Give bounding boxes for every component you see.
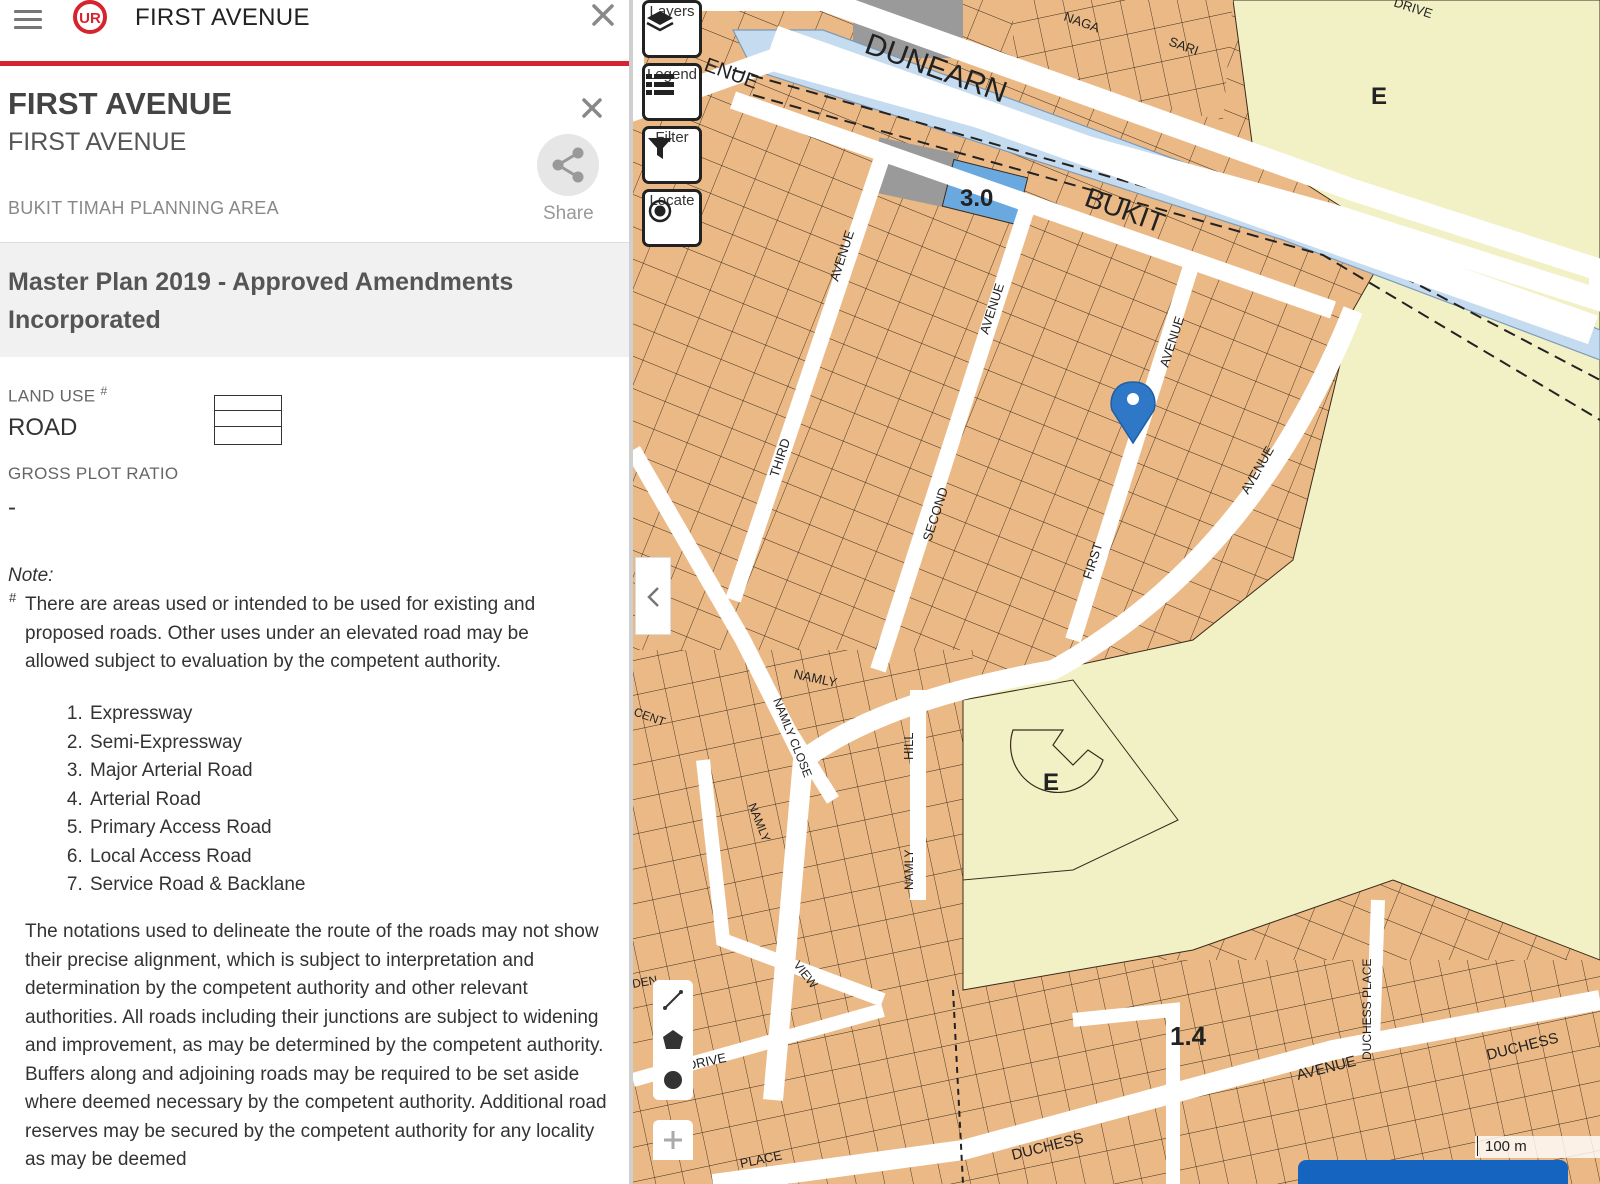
close-details-icon[interactable] (578, 94, 606, 122)
chevron-left-icon (647, 587, 659, 607)
scale-bar: 100 m (1475, 1136, 1600, 1158)
road-legend-swatch (214, 395, 282, 445)
gpr-label: 3.0 (960, 185, 993, 212)
filter-icon (648, 138, 672, 159)
plan-section: Master Plan 2019 - Approved Amendments I… (0, 243, 629, 357)
layers-button[interactable]: Layers (642, 0, 702, 58)
app-title: FIRST AVENUE (135, 4, 310, 31)
list-item: Semi-Expressway (88, 729, 305, 758)
list-item: Major Arterial Road (88, 757, 305, 786)
note-title: Note: (8, 565, 54, 586)
note-paragraph: The notations used to delineate the rout… (25, 921, 607, 1170)
road-label: DUCHESS PLACE (1360, 959, 1374, 1060)
top-bar: UR FIRST AVENUE (0, 0, 629, 62)
gross-plot-ratio-value: - (8, 494, 16, 521)
locate-icon (648, 199, 672, 223)
draw-line-button[interactable] (653, 980, 693, 1020)
share-icon[interactable] (537, 134, 599, 196)
close-icon[interactable] (588, 0, 618, 30)
list-item: Arterial Road (88, 786, 305, 815)
hamburger-menu-icon[interactable] (14, 6, 42, 30)
map-canvas[interactable]: DUNEARN BUKIT NAGA SARI DRIVE ENUE AVENU… (633, 0, 1600, 1184)
site-subtitle: FIRST AVENUE (8, 128, 187, 156)
plan-title: Master Plan 2019 - Approved Amendments I… (8, 268, 514, 334)
planning-area: BUKIT TIMAH PLANNING AREA (8, 198, 279, 218)
gpr-label: 1.4 (1170, 1021, 1207, 1051)
site-header: FIRST AVENUE FIRST AVENUE BUKIT TIMAH PL… (0, 66, 629, 243)
road-category-list: Expressway Semi-Expressway Major Arteria… (52, 700, 305, 900)
land-use-value: ROAD (8, 414, 78, 441)
draw-polygon-button[interactable] (653, 1020, 693, 1060)
filter-button[interactable]: Filter (642, 126, 702, 184)
list-item: Expressway (88, 700, 305, 729)
gross-plot-ratio-label: GROSS PLOT RATIO (8, 464, 179, 483)
map-view[interactable]: DUNEARN BUKIT NAGA SARI DRIVE ENUE AVENU… (633, 0, 1600, 1184)
draw-circle-button[interactable] (653, 1060, 693, 1100)
share-label[interactable]: Share (543, 203, 594, 225)
land-use-label: LAND USE # (8, 384, 108, 406)
collapse-panel-button[interactable] (635, 557, 671, 635)
circle-tool-icon (664, 1071, 682, 1089)
polygon-tool-icon (663, 1030, 683, 1049)
feedback-button[interactable] (1298, 1160, 1568, 1184)
zone-label: E (1043, 769, 1059, 796)
ura-logo-icon: UR (73, 0, 107, 34)
line-tool-icon (663, 990, 683, 1010)
layers-icon (646, 11, 674, 32)
site-title: FIRST AVENUE (8, 86, 232, 121)
legend-icon (646, 74, 674, 95)
plus-icon (664, 1131, 682, 1149)
svg-text:UR: UR (79, 10, 101, 27)
road-label: NAMLY (902, 850, 916, 890)
note-hash: # (9, 590, 17, 605)
legend-button[interactable]: Legend (642, 63, 702, 121)
zoom-in-button[interactable] (653, 1120, 693, 1160)
road-label: HILL (901, 733, 916, 760)
list-item: Primary Access Road (88, 814, 305, 843)
note-text: There are areas used or intended to be u… (25, 594, 536, 672)
locate-button[interactable]: Locate (642, 189, 702, 247)
info-panel: UR FIRST AVENUE FIRST AVENUE FIRST AVENU… (0, 0, 633, 1184)
scale-label: 100 m (1485, 1138, 1527, 1155)
list-item: Service Road & Backlane (88, 871, 305, 900)
list-item: Local Access Road (88, 843, 305, 872)
zone-label: E (1371, 83, 1387, 110)
